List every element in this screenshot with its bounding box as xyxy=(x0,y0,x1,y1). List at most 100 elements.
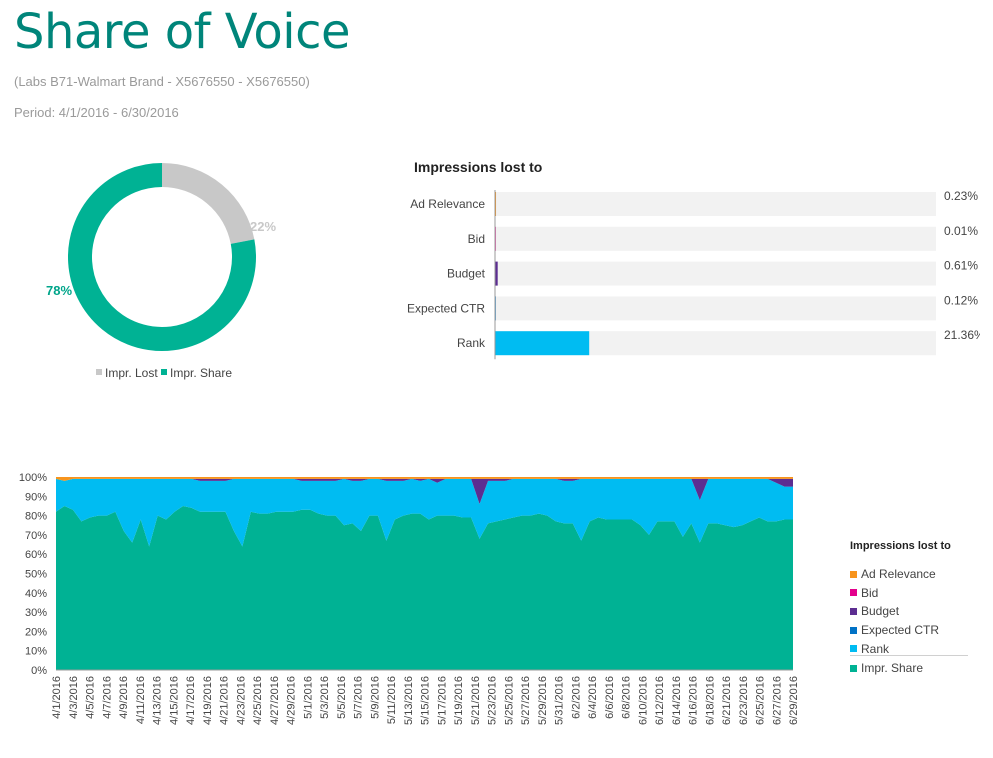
donut-legend-label: Impr. Lost xyxy=(105,366,158,380)
x-tick-label: 6/21/2016 xyxy=(721,676,733,725)
legend-label: Expected CTR xyxy=(861,623,940,638)
x-tick-label: 6/29/2016 xyxy=(788,676,800,725)
x-tick-label: 6/25/2016 xyxy=(755,676,767,725)
legend-item-bid: Bid xyxy=(850,584,970,603)
y-tick-label: 10% xyxy=(25,646,47,658)
bar-track xyxy=(495,226,936,251)
x-tick-label: 5/15/2016 xyxy=(420,676,432,725)
x-tick-label: 5/11/2016 xyxy=(386,676,398,724)
x-tick-label: 4/21/2016 xyxy=(219,676,231,725)
y-tick-label: 20% xyxy=(25,626,47,638)
bar-category-label: Ad Relevance xyxy=(410,197,485,211)
x-tick-label: 6/16/2016 xyxy=(688,676,700,725)
x-tick-label: 4/5/2016 xyxy=(85,676,97,719)
share-trend-area-chart: 0% 10% 20% 30% 40% 50% 60% 70% 80% 90% 100% 4/1/201… xyxy=(19,472,800,725)
x-tick-label: 6/14/2016 xyxy=(671,676,683,725)
bar-track xyxy=(495,261,936,286)
y-tick-label: 0% xyxy=(31,665,47,677)
legend-swatch-ad-relevance xyxy=(850,570,857,578)
x-tick-label: 6/12/2016 xyxy=(654,676,666,725)
y-tick-label: 100% xyxy=(19,472,47,484)
y-tick-label: 40% xyxy=(25,588,47,600)
legend-swatch-budget xyxy=(850,607,857,615)
x-tick-label: 4/23/2016 xyxy=(235,676,247,725)
x-tick-label: 5/5/2016 xyxy=(336,676,348,719)
x-tick-label: 5/25/2016 xyxy=(503,676,515,725)
x-tick-label: 5/13/2016 xyxy=(403,676,415,725)
x-tick-label: 4/1/2016 xyxy=(51,676,63,719)
bar-category-label: Expected CTR xyxy=(407,301,485,315)
y-tick-label: 90% xyxy=(25,491,47,503)
y-tick-label: 50% xyxy=(25,569,47,581)
x-tick-label: 5/17/2016 xyxy=(436,676,448,725)
x-tick-label: 5/23/2016 xyxy=(487,676,499,725)
y-tick-label: 70% xyxy=(25,530,47,542)
x-tick-label: 5/9/2016 xyxy=(369,676,381,719)
x-tick-label: 6/10/2016 xyxy=(637,676,649,725)
x-tick-label: 4/27/2016 xyxy=(269,676,281,725)
x-tick-label: 5/1/2016 xyxy=(302,676,314,719)
x-tick-label: 6/6/2016 xyxy=(604,676,616,719)
bar-category-label: Bid xyxy=(468,232,485,246)
x-tick-label: 4/3/2016 xyxy=(68,676,80,719)
donut-legend-swatch-0 xyxy=(96,369,102,375)
x-tick-label: 6/27/2016 xyxy=(771,676,783,725)
legend-swatch-impr-share xyxy=(850,664,857,672)
bar-rank xyxy=(495,331,590,356)
impressions-lost-bar-chart: Impressions lost to Ad Relevance 0.23% Bid 0… xyxy=(407,159,980,360)
x-tick-label: 6/8/2016 xyxy=(621,676,633,719)
bar-category-label: Budget xyxy=(447,267,486,281)
legend-title: Impressions lost to xyxy=(850,540,951,552)
bar-value-label: 0.12% xyxy=(944,293,978,307)
bar-category-label: Rank xyxy=(457,336,486,350)
x-tick-label: 5/7/2016 xyxy=(353,676,365,719)
legend-label: Ad Relevance xyxy=(861,567,936,582)
area-chart-legend: Impressions lost to Ad Relevance Bid Bud… xyxy=(850,540,970,678)
y-tick-label: 80% xyxy=(25,511,47,523)
donut-slice-impr-lost xyxy=(161,163,255,245)
x-tick-label: 4/9/2016 xyxy=(118,676,130,719)
x-tick-label: 5/19/2016 xyxy=(453,676,465,725)
legend-label: Budget xyxy=(861,604,900,619)
x-tick-label: 4/19/2016 xyxy=(202,676,214,725)
bar-track xyxy=(495,296,936,321)
legend-label: Rank xyxy=(861,641,890,656)
share-donut-chart: 22% 78% Impr. Lost Impr. Share xyxy=(46,163,276,380)
legend-item-budget: Budget xyxy=(850,602,970,621)
x-tick-label: 5/27/2016 xyxy=(520,676,532,725)
x-tick-label: 4/29/2016 xyxy=(286,676,298,725)
x-tick-label: 5/21/2016 xyxy=(470,676,482,725)
x-tick-label: 5/29/2016 xyxy=(537,676,549,725)
x-tick-label: 5/3/2016 xyxy=(319,676,331,719)
legend-item-expected-ctr: Expected CTR xyxy=(850,621,970,640)
x-tick-label: 4/11/2016 xyxy=(135,676,147,724)
period-label: Period: 4/1/2016 - 6/30/2016 xyxy=(14,105,179,120)
x-tick-label: 6/18/2016 xyxy=(704,676,716,725)
x-tick-label: 6/4/2016 xyxy=(587,676,599,719)
x-tick-label: 4/7/2016 xyxy=(101,676,113,719)
bar-value-label: 21.36% xyxy=(944,328,980,342)
x-tick-label: 6/2/2016 xyxy=(570,676,582,719)
x-tick-label: 4/17/2016 xyxy=(185,676,197,725)
page-title: Share of Voice xyxy=(14,4,351,60)
x-tick-label: 4/25/2016 xyxy=(252,676,264,725)
x-tick-label: 4/15/2016 xyxy=(168,676,180,725)
donut-label-impr-lost: 22% xyxy=(250,219,276,234)
bar-value-label: 0.23% xyxy=(944,189,978,203)
account-subtitle: (Labs B71-Walmart Brand - X5676550 - X56… xyxy=(14,74,310,89)
x-tick-label: 4/13/2016 xyxy=(152,676,164,725)
donut-label-impr-share: 78% xyxy=(46,283,72,298)
y-tick-label: 60% xyxy=(25,549,47,561)
bar-track xyxy=(495,192,936,216)
y-tick-label: 30% xyxy=(25,607,47,619)
legend-label: Impr. Share xyxy=(861,661,924,676)
legend-swatch-bid xyxy=(850,589,857,597)
legend-item-impr-share: Impr. Share xyxy=(850,659,970,678)
donut-legend-label: Impr. Share xyxy=(170,366,232,380)
bar-value-label: 0.61% xyxy=(944,259,978,273)
x-tick-label: 6/23/2016 xyxy=(738,676,750,725)
legend-item-ad-relevance: Ad Relevance xyxy=(850,565,970,584)
bar-value-label: 0.01% xyxy=(944,224,978,238)
legend-label: Bid xyxy=(861,585,879,600)
legend-swatch-expected-ctr xyxy=(850,626,857,634)
